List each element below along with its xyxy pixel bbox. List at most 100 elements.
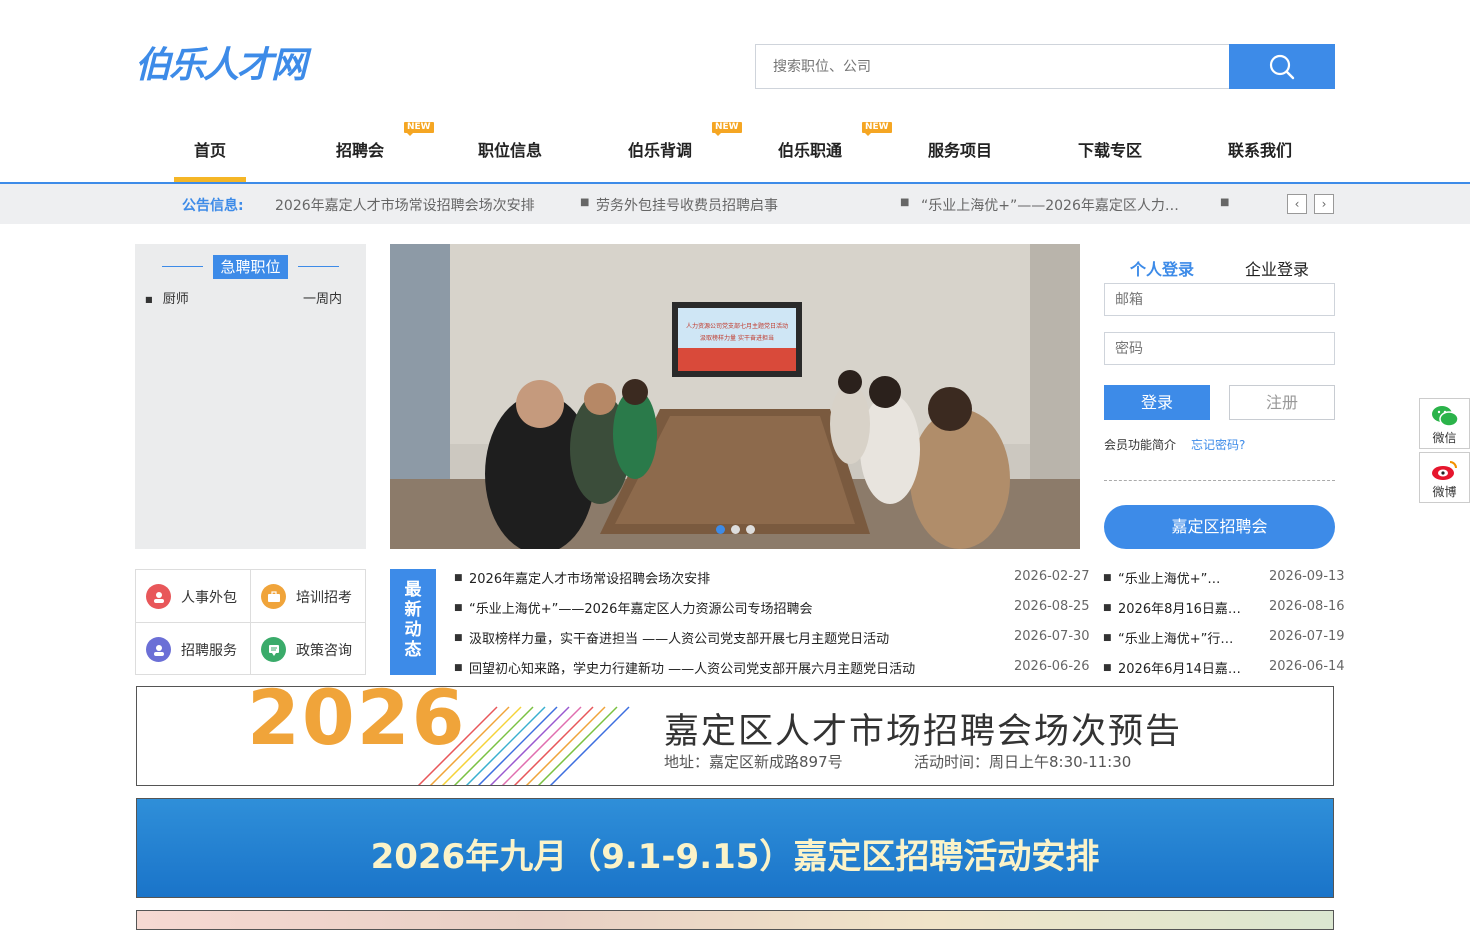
nav-label: 招聘会 [335, 141, 384, 160]
member-intro-link[interactable]: 会员功能简介 [1104, 436, 1176, 453]
bullet: ■ [454, 573, 463, 583]
service-training[interactable]: 培训招考 [251, 570, 366, 623]
register-button[interactable]: 注册 [1229, 385, 1335, 420]
search-box [755, 44, 1230, 89]
chat-icon [261, 637, 286, 662]
nav-bole-zhitong[interactable]: 伯乐职通 NEW [735, 122, 892, 182]
news-item[interactable]: 回望初心知来路，学史力行建新功 ——人资公司党支部开展六月主题党日活动 [469, 658, 915, 677]
news-date: 2026-06-14 [1269, 659, 1345, 674]
news-date: 2026-02-27 [1014, 569, 1090, 584]
nav-services[interactable]: 服务项目 [885, 130, 1035, 182]
news-item[interactable]: “乐业上海优+”——2026年嘉定区人力资源公司专场招聘会 [469, 598, 812, 617]
service-hr-outsourcing[interactable]: 人事外包 [136, 570, 251, 623]
bullet: ■ [145, 295, 153, 304]
news-date: 2026-07-19 [1269, 629, 1345, 644]
briefcase-icon [261, 584, 286, 609]
nav-background-check[interactable]: 伯乐背调 NEW [585, 122, 742, 182]
urgent-jobs-title: 急聘职位 [213, 255, 288, 279]
email-field[interactable] [1104, 283, 1335, 316]
password-field[interactable] [1104, 332, 1335, 365]
nav-label: 首页 [193, 141, 226, 160]
service-policy[interactable]: 政策咨询 [251, 623, 366, 676]
login-button[interactable]: 登录 [1104, 385, 1210, 420]
screen-title: 人力资源公司党支部七月主题党日活动 [686, 322, 788, 330]
job-fair-preview-banner[interactable]: 2026 嘉定区人才市场招聘会场次预告 地址：嘉定区新成路897号 活动时间：周… [136, 686, 1334, 786]
news-item[interactable]: 汲取榜样力量，实干奋进担当 ——人资公司党支部开展七月主题党日活动 [469, 628, 889, 647]
bullet: ■ [1103, 663, 1112, 673]
notice-item[interactable]: 劳务外包挂号收费员招聘启事 [596, 195, 778, 215]
banner-time: 活动时间：周日上午8:30-11:30 [914, 753, 1132, 771]
notice-prev-button[interactable]: ‹ [1287, 194, 1307, 214]
news-item[interactable]: 2026年嘉定人才市场常设招聘会场次安排 [469, 568, 710, 587]
news-item[interactable]: “乐业上海优+”… [1118, 568, 1220, 587]
news-item[interactable]: “乐业上海优+”行… [1118, 628, 1233, 647]
carousel-dot-1[interactable] [716, 525, 725, 534]
nav-downloads[interactable]: 下载专区 [1035, 130, 1185, 182]
nav-label: 服务项目 [927, 141, 992, 160]
banner-address: 地址：嘉定区新成路897号 [664, 753, 843, 771]
person-icon [146, 637, 171, 662]
search-icon [1269, 54, 1295, 79]
banner-title: 2026年九月（9.1-9.15）嘉定区招聘活动安排 [370, 837, 1100, 877]
notice-next-button[interactable]: › [1314, 194, 1334, 214]
news-item[interactable]: 2026年6月14日嘉… [1118, 658, 1241, 677]
service-recruitment[interactable]: 招聘服务 [136, 623, 251, 676]
job-row[interactable]: ■ 厨师 一周内 [145, 288, 345, 307]
hr-outsourcing-icon [146, 584, 171, 609]
weibo-icon [1431, 461, 1457, 480]
search-input[interactable] [756, 45, 1230, 88]
wechat-label: 微信 [1432, 431, 1457, 445]
service-label: 人事外包 [181, 589, 237, 606]
nav-job-fair[interactable]: 招聘会 NEW [285, 122, 435, 182]
news-date: 2026-08-25 [1014, 599, 1090, 614]
wechat-button[interactable]: 微信 [1419, 398, 1470, 449]
nav-jobs[interactable]: 职位信息 [435, 130, 585, 182]
forgot-password-link[interactable]: 忘记密码? [1191, 436, 1245, 453]
site-logo[interactable]: 伯乐人才网 [135, 44, 307, 88]
news-date: 2026-07-30 [1014, 629, 1090, 644]
chevron-right-icon: › [1321, 197, 1327, 211]
notice-item[interactable]: 2026年嘉定人才市场常设招聘会场次安排 [275, 195, 535, 215]
job-time: 一周内 [303, 292, 343, 307]
notice-item[interactable]: “乐业上海优+”——2026年嘉定区人力… [921, 195, 1179, 215]
banner-carousel[interactable]: 人力资源公司党支部七月主题党日活动 汲取榜样力量 实干奋进担当 [390, 244, 1080, 549]
chevron-left-icon: ‹ [1294, 197, 1300, 211]
nav-label: 伯乐职通 [777, 141, 842, 160]
bullet: ■ [1103, 633, 1112, 643]
september-events-banner[interactable]: 2026年九月（9.1-9.15）嘉定区招聘活动安排 [136, 798, 1334, 898]
services-grid: 人事外包 培训招考 招聘服务 政策咨询 [135, 569, 366, 675]
bullet: ■ [454, 633, 463, 643]
service-label: 政策咨询 [296, 642, 352, 659]
promo-banner[interactable] [136, 910, 1334, 930]
new-badge: NEW [404, 122, 434, 136]
weibo-button[interactable]: 微博 [1419, 452, 1470, 503]
notice-label: 公告信息: [182, 198, 244, 214]
divider [298, 266, 339, 267]
news-date: 2026-06-26 [1014, 659, 1090, 674]
divider [162, 266, 203, 267]
nav-label: 联系我们 [1227, 141, 1292, 160]
nav-contact[interactable]: 联系我们 [1185, 130, 1335, 182]
service-label: 招聘服务 [181, 642, 237, 659]
weibo-label: 微博 [1432, 485, 1457, 499]
jiading-job-fair-button[interactable]: 嘉定区招聘会 [1104, 505, 1335, 549]
screen-subtitle: 汲取榜样力量 实干奋进担当 [700, 334, 774, 342]
news-item[interactable]: 2026年8月16日嘉… [1118, 598, 1241, 617]
rainbow-stripes [417, 706, 630, 785]
news-date: 2026-08-16 [1269, 599, 1345, 614]
news-date: 2026-09-13 [1269, 569, 1345, 584]
divider [1104, 480, 1335, 481]
carousel-dot-3[interactable] [746, 525, 755, 534]
latest-news-tag-label: 最新动态 [404, 580, 422, 660]
tab-company-login[interactable]: 企业登录 [1245, 256, 1309, 280]
service-label: 培训招考 [296, 589, 352, 606]
tab-personal-login[interactable]: 个人登录 [1130, 256, 1194, 280]
search-button[interactable] [1229, 44, 1335, 89]
meeting-photo: 人力资源公司党支部七月主题党日活动 汲取榜样力量 实干奋进担当 [390, 244, 1080, 549]
main-nav: 首页 招聘会 NEW 职位信息 伯乐背调 NEW 伯乐职通 NEW 服务项目 下载专区… [135, 122, 1335, 182]
wechat-icon [1431, 406, 1459, 427]
notice-bullet: ■ [900, 197, 910, 208]
nav-home[interactable]: 首页 [135, 130, 285, 182]
carousel-dot-2[interactable] [731, 525, 740, 534]
latest-news-tag: 最新动态 [390, 569, 436, 675]
